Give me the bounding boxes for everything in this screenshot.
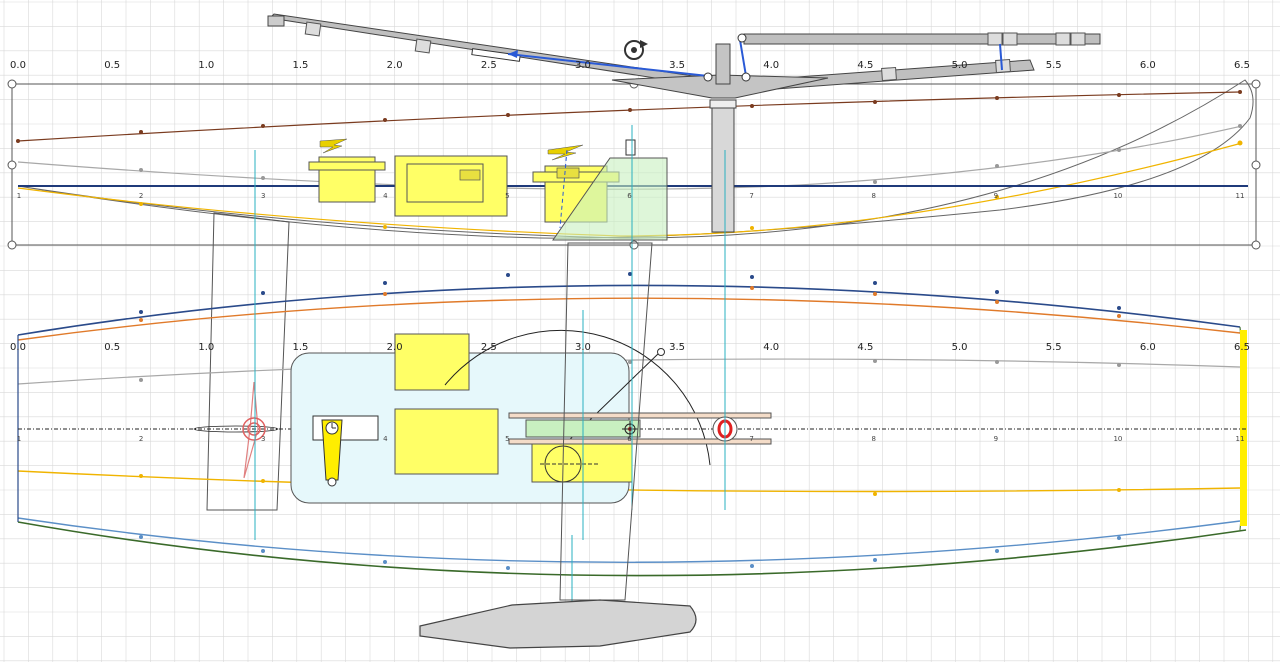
ruler-label: 1.0: [198, 342, 214, 353]
ruler-label: 4.0: [763, 60, 779, 71]
ruler-label: 2.0: [387, 342, 403, 353]
battery-pack: [394, 408, 499, 475]
ruler-label: 4.5: [857, 342, 873, 353]
station-label: 2: [139, 435, 143, 443]
sheet-rail-bottom: [508, 438, 772, 445]
station-label: 3: [261, 435, 265, 443]
ruler-label: 2.0: [387, 60, 403, 71]
ruler-label: 1.5: [293, 60, 309, 71]
sheer-points: [16, 90, 1242, 143]
station-label: 1: [17, 192, 21, 200]
station-label: 6: [627, 435, 632, 443]
station-label: 11: [1236, 435, 1245, 443]
deck-points: [139, 124, 1242, 184]
ruler-label: 5.5: [1046, 60, 1062, 71]
sheet-rail-top: [508, 412, 772, 419]
ruler-label: 2.5: [481, 60, 497, 71]
station-label: 7: [749, 435, 753, 443]
station-label: 9: [994, 192, 998, 200]
ruler-label: 5.5: [1046, 342, 1062, 353]
lightning-icon: [319, 138, 348, 154]
ruler-label: 6.0: [1140, 342, 1156, 353]
ruler-label: 2.5: [481, 342, 497, 353]
station-label: 8: [871, 435, 875, 443]
station-label: 5: [505, 435, 509, 443]
ruler-label: 1.5: [293, 342, 309, 353]
mast-collar: [709, 99, 737, 109]
station-label: 10: [1113, 192, 1122, 200]
station-label: 10: [1113, 435, 1122, 443]
rotate-icon[interactable]: [624, 40, 648, 60]
ruler-label: 3.0: [575, 60, 591, 71]
station-label: 9: [994, 435, 998, 443]
ruler-label: 0.0: [10, 60, 26, 71]
ruler-label: 5.0: [952, 342, 968, 353]
station-numbers-mid: 1 2 3 4 5 6 7 8 9 10 11: [17, 435, 1245, 443]
ruler-label: 0.5: [104, 60, 120, 71]
design-canvas[interactable]: 0.0 0.5 1.0 1.5 2.0 2.5 3.0 3.5 4.0 4.5 5.0 5.5 6.0 6…: [0, 0, 1280, 662]
ruler-label: 6.0: [1140, 60, 1156, 71]
ruler-label: 3.5: [669, 342, 685, 353]
plan-view: [17, 272, 1248, 577]
hull-drawing[interactable]: 0.0 0.5 1.0 1.5 2.0 2.5 3.0 3.5 4.0 4.5 5.0 5.5 6.0 6…: [0, 0, 1280, 662]
receiver: [394, 333, 470, 391]
hull-side-lower: [17, 521, 1247, 577]
ruler-label: 0.0: [10, 342, 26, 353]
deck-plan-points: [139, 359, 1121, 382]
station-label: 8: [871, 192, 875, 200]
ruler-label: 4.0: [763, 342, 779, 353]
station-label: 6: [627, 192, 632, 200]
chine-lower: [17, 517, 1241, 563]
ruler-label: 3.0: [575, 342, 591, 353]
battery-box: [394, 155, 508, 217]
station-label: 7: [749, 192, 753, 200]
hull-side-upper: [17, 284, 1241, 336]
station-label: 2: [139, 192, 143, 200]
main-sheet: [739, 39, 747, 77]
station-label: 5: [505, 192, 509, 200]
mast: [711, 99, 735, 233]
ruler-label: 1.0: [198, 60, 214, 71]
ballast-bulb: [419, 599, 697, 649]
ruler-label: 3.5: [669, 60, 685, 71]
main-boom: [743, 33, 1101, 45]
propeller-icon: [193, 381, 279, 479]
station-label: 1: [17, 435, 21, 443]
station-label: 11: [1236, 192, 1245, 200]
ruler-label: 5.0: [952, 60, 968, 71]
station-label: 4: [383, 192, 388, 200]
ruler-label: 0.5: [104, 342, 120, 353]
ruler-label: 6.5: [1234, 60, 1250, 71]
station-label: 4: [383, 435, 388, 443]
station-numbers-top: 1 2 3 4 5 6 7 8 9 10 11: [17, 192, 1245, 200]
station-label: 3: [261, 192, 265, 200]
ruler-label: 6.5: [1234, 342, 1250, 353]
ruler-label: 4.5: [857, 60, 873, 71]
switch: [625, 139, 636, 156]
